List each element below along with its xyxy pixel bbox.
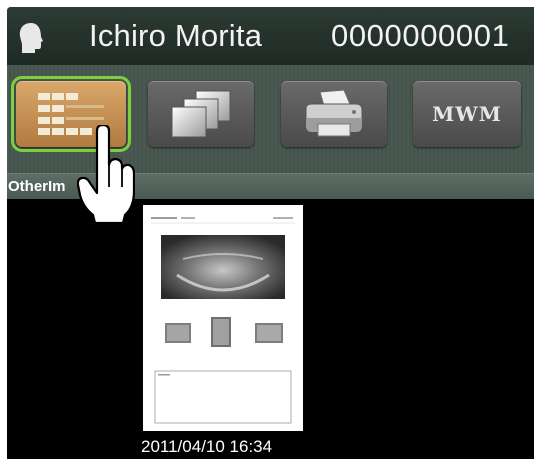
patient-header: Ichiro Morita 0000000001 (7, 7, 534, 65)
viewer-window: Ichiro Morita 0000000001 MWM OtherIm 201… (7, 7, 534, 459)
tab-other-images[interactable]: OtherIm (8, 178, 66, 195)
printer-icon (305, 89, 363, 137)
patient-id: 0000000001 (331, 18, 510, 53)
image-stack-button[interactable] (148, 81, 254, 147)
report-thumbnail[interactable] (143, 205, 303, 431)
print-button[interactable] (281, 81, 387, 147)
patient-head-icon (19, 23, 43, 53)
mwm-button[interactable]: MWM (413, 81, 521, 147)
thumbnail-date: 2011/04/10 16:34 (141, 437, 273, 456)
image-stack-icon (171, 90, 231, 138)
patient-name: Ichiro Morita (89, 18, 263, 53)
mwm-label: MWM (432, 102, 502, 126)
hand-pointer-icon (77, 125, 135, 223)
report-preview (143, 205, 303, 431)
